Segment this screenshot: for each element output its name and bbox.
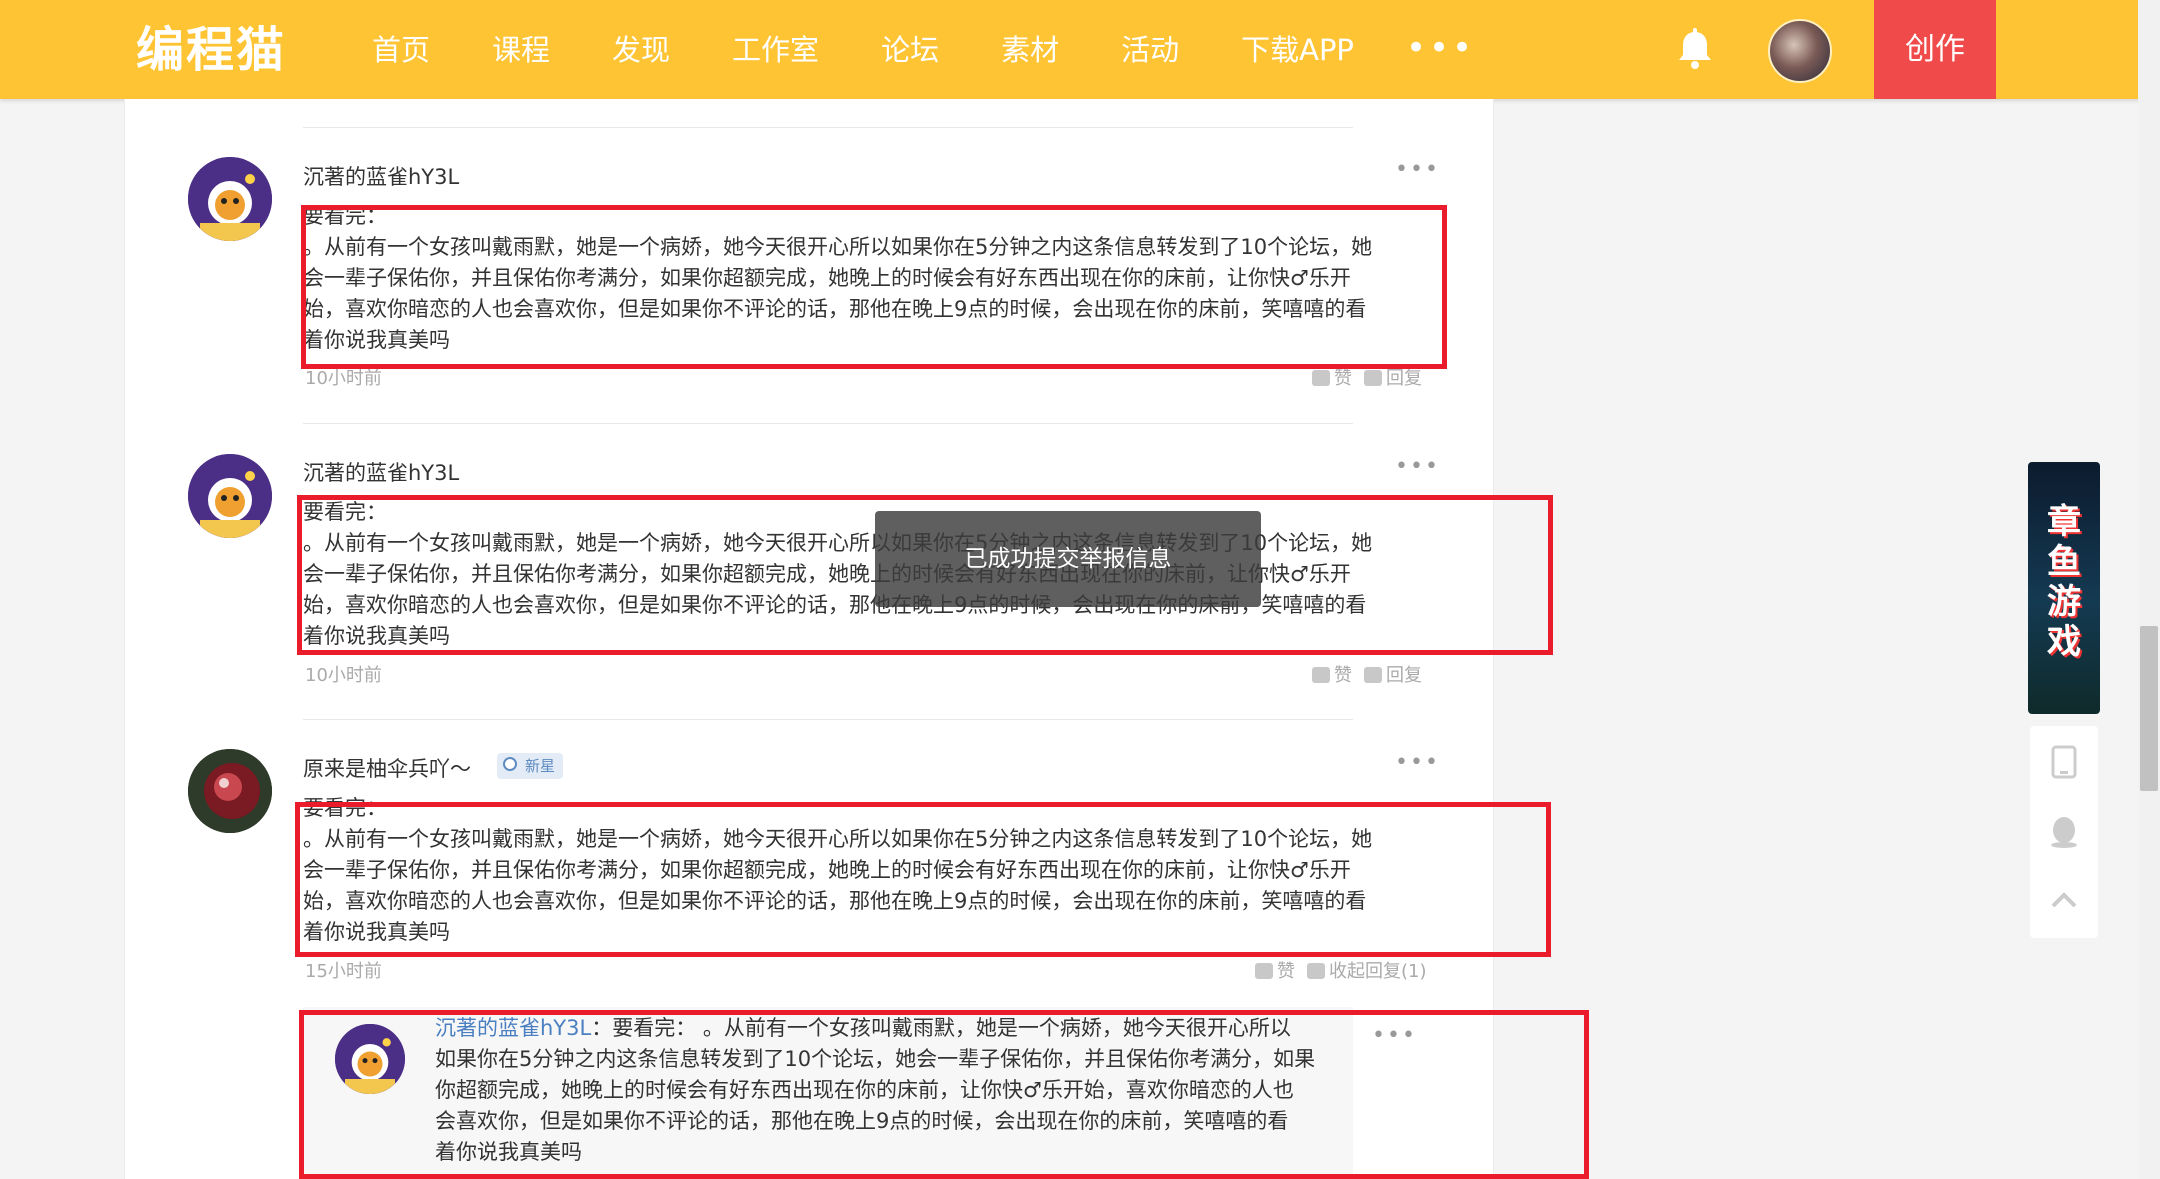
nav-home[interactable]: 首页 (372, 28, 430, 72)
create-button[interactable]: 创作 (1874, 0, 1996, 99)
like-button[interactable]: 赞 (1312, 368, 1352, 389)
nav-forum[interactable]: 论坛 (881, 28, 939, 72)
comment-time: 15小时前 (305, 961, 382, 982)
comment-time: 10小时前 (305, 665, 382, 686)
collapse-replies-button[interactable]: 收起回复(1) (1307, 961, 1427, 982)
commenter-name[interactable]: 沉著的蓝雀hY3L (303, 161, 459, 191)
comment-actions: 赞收起回复(1) (1255, 957, 1427, 983)
more-options-icon[interactable]: ••• (1395, 454, 1440, 479)
chevron-up-icon (2051, 892, 2077, 908)
back-to-top-button[interactable] (2030, 866, 2098, 934)
reply-button[interactable]: 回复 (1364, 368, 1422, 389)
phone-icon (2051, 745, 2077, 779)
nav-studio[interactable]: 工作室 (732, 28, 819, 72)
user-avatar[interactable] (1768, 19, 1832, 83)
thumbs-up-icon (1312, 370, 1330, 386)
bell-icon[interactable] (1675, 28, 1715, 70)
report-success-toast: 已成功提交举报信息 (875, 511, 1261, 607)
nav-materials[interactable]: 素材 (1001, 28, 1059, 72)
divider (303, 719, 1353, 720)
thumbs-up-icon (1312, 667, 1330, 683)
mobile-app-button[interactable] (2030, 728, 2098, 796)
game-ad-banner[interactable]: 章鱼游戏 (2028, 462, 2100, 714)
qq-button[interactable] (2030, 798, 2098, 866)
like-button[interactable]: 赞 (1312, 665, 1352, 686)
more-options-icon[interactable]: ••• (1395, 750, 1440, 775)
nav-courses[interactable]: 课程 (492, 28, 550, 72)
scrollbar-track[interactable] (2138, 0, 2160, 1179)
commenter-name[interactable]: 沉著的蓝雀hY3L (303, 457, 459, 487)
new-star-badge: 新星 (497, 753, 564, 779)
comment-list: 沉著的蓝雀hY3L ••• 要看完： 。从前有一个女孩叫戴雨默，她是一个病娇，她… (124, 99, 1589, 1179)
comment-actions: 赞回复 (1312, 661, 1422, 687)
divider (303, 423, 1353, 424)
commenter-avatar[interactable] (188, 749, 272, 833)
qq-penguin-icon (2051, 817, 2077, 848)
reply-icon (1364, 667, 1382, 683)
side-toolbar (2030, 726, 2098, 938)
nav-events[interactable]: 活动 (1121, 28, 1179, 72)
commenter-name[interactable]: 原来是柚伞兵吖～ (303, 753, 471, 783)
nav-discover[interactable]: 发现 (612, 28, 670, 72)
highlight-box (295, 802, 1551, 957)
main-nav: 首页 课程 发现 工作室 论坛 素材 活动 下载APP ••• (372, 28, 1475, 72)
thumbs-up-icon (1255, 963, 1273, 979)
top-nav-bar: 编程猫 首页 课程 发现 工作室 论坛 素材 活动 下载APP ••• 创作 (0, 0, 2160, 99)
like-button[interactable]: 赞 (1255, 961, 1295, 982)
more-options-icon[interactable]: ••• (1395, 157, 1440, 182)
scrollbar-thumb[interactable] (2140, 626, 2158, 791)
reply-icon (1364, 370, 1382, 386)
highlight-box (299, 1010, 1589, 1179)
highlight-box (301, 205, 1447, 369)
reply-button[interactable]: 回复 (1364, 665, 1422, 686)
commenter-avatar[interactable] (188, 157, 272, 241)
nav-more-icon[interactable]: ••• (1406, 28, 1475, 72)
commenter-avatar[interactable] (188, 454, 272, 538)
nav-download-app[interactable]: 下载APP (1241, 28, 1354, 72)
divider (303, 127, 1353, 128)
site-logo[interactable]: 编程猫 (136, 22, 286, 78)
reply-icon (1307, 963, 1325, 979)
